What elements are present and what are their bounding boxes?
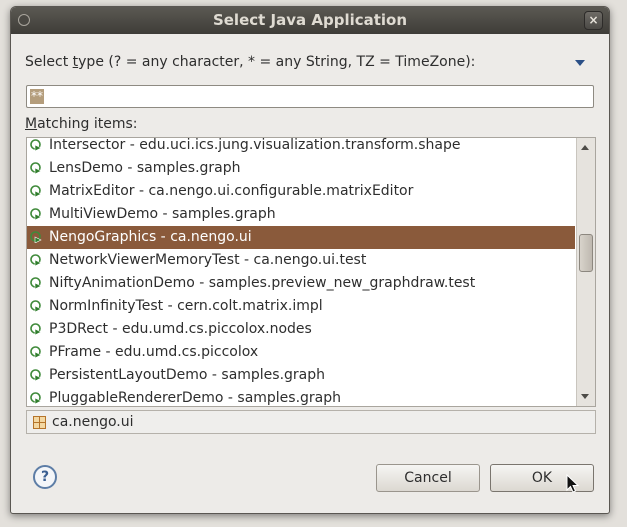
search-input[interactable]: **	[26, 85, 594, 108]
list-item[interactable]: LensDemo - samples.graph	[27, 157, 575, 180]
list-item[interactable]: Intersector - edu.uci.ics.jung.visualiza…	[27, 137, 575, 157]
list-item-label: LensDemo - samples.graph	[49, 160, 241, 176]
list-item-label: NormInfinityTest - cern.colt.matrix.impl	[49, 298, 323, 314]
list-item[interactable]: P3DRect - edu.umd.cs.piccolox.nodes	[27, 318, 575, 341]
package-label: ca.nengo.ui	[52, 414, 134, 430]
matching-items-label: Matching items:	[25, 116, 138, 132]
list-item-label: PFrame - edu.umd.cs.piccolox	[49, 344, 259, 360]
close-button[interactable]: ×	[584, 11, 603, 30]
scroll-up-arrow-icon[interactable]	[581, 145, 589, 150]
list-item-label: MatrixEditor - ca.nengo.ui.configurable.…	[49, 183, 414, 199]
list-item[interactable]: NormInfinityTest - cern.colt.matrix.impl	[27, 295, 575, 318]
title-bar[interactable]: Select Java Application ×	[11, 7, 609, 34]
window-menu-icon[interactable]	[18, 14, 30, 26]
java-application-icon	[30, 323, 42, 335]
java-application-icon	[30, 346, 42, 358]
java-application-icon	[30, 231, 42, 243]
view-menu-chevron-icon[interactable]	[575, 60, 585, 66]
list-item-label: NengoGraphics - ca.nengo.ui	[49, 229, 252, 245]
list-item-label: P3DRect - edu.umd.cs.piccolox.nodes	[49, 321, 312, 337]
window-title: Select Java Application	[212, 11, 408, 29]
scrollbar-thumb[interactable]	[579, 234, 593, 272]
scroll-down-arrow-icon[interactable]	[581, 394, 589, 399]
java-application-icon	[30, 300, 42, 312]
list-item[interactable]: MultiViewDemo - samples.graph	[27, 203, 575, 226]
java-application-icon	[30, 185, 42, 197]
matching-items-list[interactable]: Intersector - edu.uci.ics.jung.visualiza…	[26, 137, 596, 407]
list-item[interactable]: PFrame - edu.umd.cs.piccolox	[27, 341, 575, 364]
list-item[interactable]: MatrixEditor - ca.nengo.ui.configurable.…	[27, 180, 575, 203]
dialog-window: Select Java Application × Select type (?…	[10, 6, 610, 514]
list-item[interactable]: NetworkViewerMemoryTest - ca.nengo.ui.te…	[27, 249, 575, 272]
java-application-icon	[30, 162, 42, 174]
list-item[interactable]: PersistentLayoutDemo - samples.graph	[27, 364, 575, 387]
java-application-icon	[30, 208, 42, 220]
select-type-label: Select type (? = any character, * = any …	[25, 54, 476, 70]
list-item-label: PluggableRendererDemo - samples.graph	[49, 390, 342, 406]
mouse-cursor-icon	[566, 474, 580, 493]
help-button[interactable]: ?	[33, 465, 57, 489]
list-item-label: NiftyAnimationDemo - samples.preview_new…	[49, 275, 476, 291]
list-item-label: PersistentLayoutDemo - samples.graph	[49, 367, 326, 383]
list-item-label: MultiViewDemo - samples.graph	[49, 206, 276, 222]
java-application-icon	[30, 254, 42, 266]
search-input-text: **	[30, 89, 44, 104]
list-item[interactable]: PluggableRendererDemo - samples.graph	[27, 387, 575, 406]
list-item[interactable]: NengoGraphics - ca.nengo.ui	[27, 226, 575, 249]
package-icon	[33, 416, 46, 429]
list-item-label: NetworkViewerMemoryTest - ca.nengo.ui.te…	[49, 252, 367, 268]
java-application-icon	[30, 277, 42, 289]
list-item-label: Intersector - edu.uci.ics.jung.visualiza…	[49, 137, 461, 153]
package-field: ca.nengo.ui	[26, 410, 596, 434]
list-item[interactable]: NiftyAnimationDemo - samples.preview_new…	[27, 272, 575, 295]
java-application-icon	[30, 369, 42, 381]
java-application-icon	[30, 392, 42, 404]
matching-items-rows: Intersector - edu.uci.ics.jung.visualiza…	[27, 137, 575, 406]
cancel-button[interactable]: Cancel	[376, 464, 480, 492]
java-application-icon	[30, 139, 42, 151]
vertical-scrollbar[interactable]	[576, 138, 595, 406]
